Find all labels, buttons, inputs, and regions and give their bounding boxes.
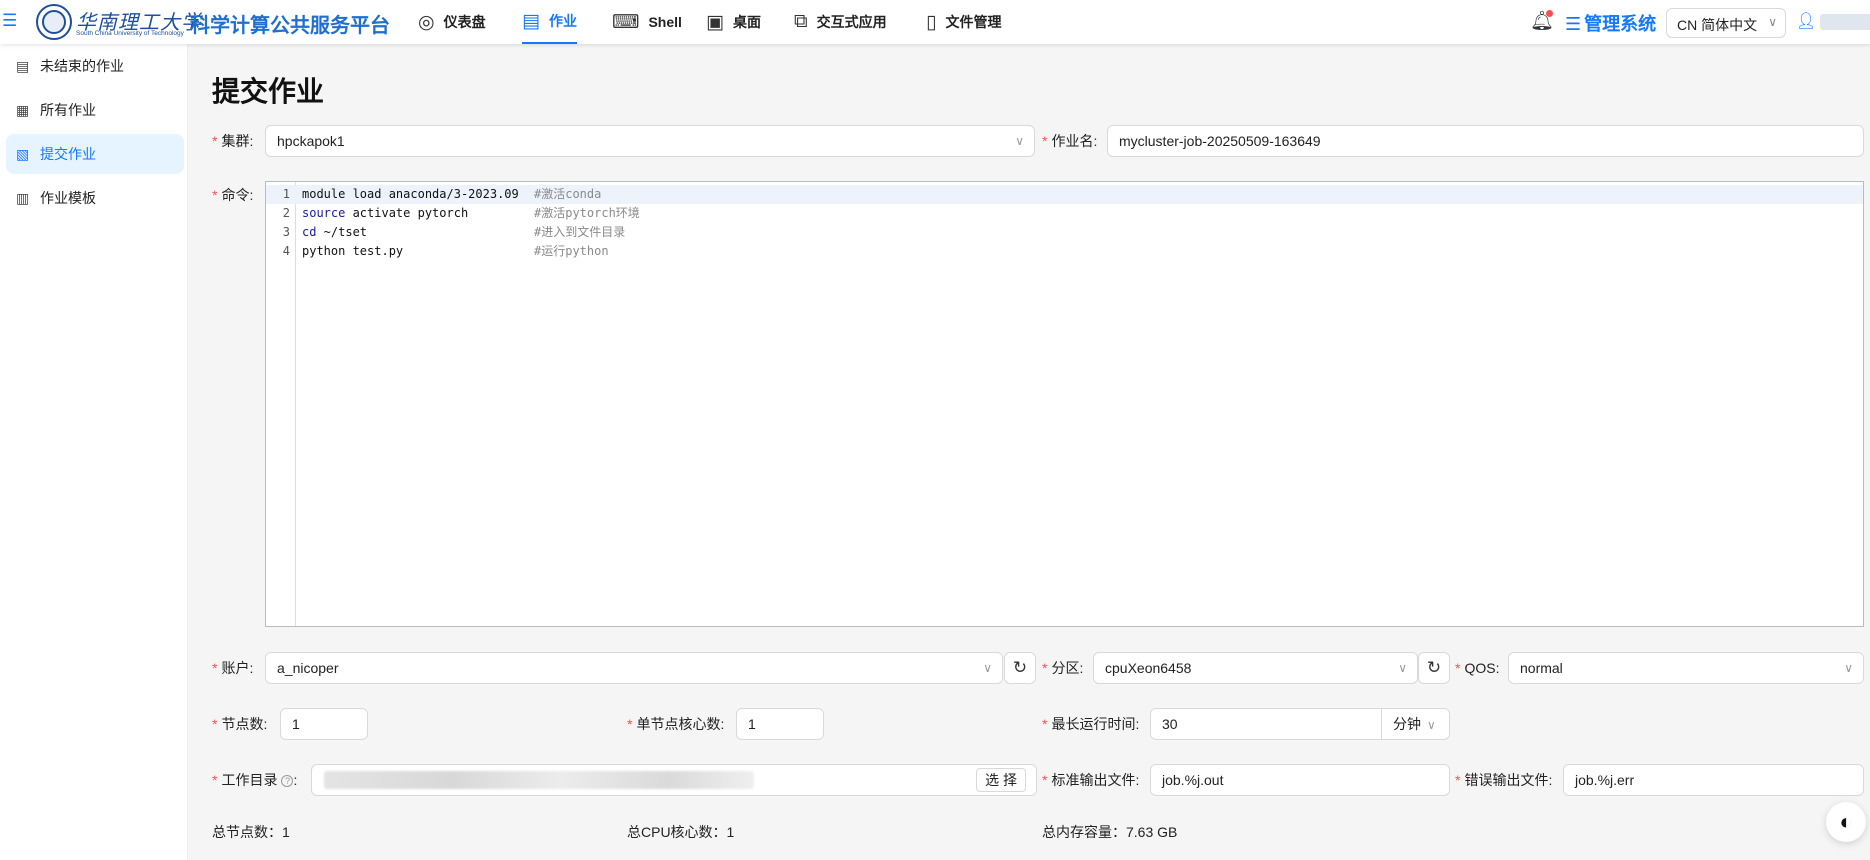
server-icon: ☰ xyxy=(1565,14,1582,34)
menu-toggle-icon[interactable]: ☰ xyxy=(2,12,20,30)
qos-label: * QOS: xyxy=(1455,660,1500,676)
sidebar-item-job-templates[interactable]: ▥ 作业模板 xyxy=(6,178,184,218)
submit-icon: ▧ xyxy=(16,145,30,162)
max-runtime-label: * 最长运行时间: xyxy=(1042,716,1140,732)
total-memory: 总内存容量：7.63 GB xyxy=(1042,824,1178,840)
cluster-label: * 集群: xyxy=(212,133,254,149)
code-line[interactable]: 4 python test.py #运行python xyxy=(266,242,1863,261)
cores-per-node-input[interactable]: 1 xyxy=(736,708,824,740)
refresh-icon: ↻ xyxy=(1012,658,1028,677)
template-icon: ▥ xyxy=(16,189,30,206)
nav-jobs[interactable]: ▤ 作业 xyxy=(522,0,577,44)
account-select[interactable]: a_nicoper ∨ xyxy=(265,652,1003,684)
chevron-down-icon: ∨ xyxy=(1015,134,1024,148)
user-menu[interactable]: 👤︎ xyxy=(1796,11,1870,31)
refresh-icon: ↻ xyxy=(1426,658,1442,677)
qos-select[interactable]: normal ∨ xyxy=(1508,652,1864,684)
chevron-down-icon: ∨ xyxy=(1427,718,1436,732)
chevron-down-icon: ∨ xyxy=(1844,661,1853,675)
cluster-select[interactable]: hpckapok1 ∨ xyxy=(265,125,1035,157)
apps-icon: ⧉ xyxy=(794,11,808,32)
job-name-label: * 作业名: xyxy=(1042,133,1098,149)
code-line[interactable]: 1 module load anaconda/3-2023.09 #激活cond… xyxy=(266,185,1863,204)
command-label: * 命令: xyxy=(212,187,254,203)
nav-file-manager[interactable]: ▯ 文件管理 xyxy=(926,0,1001,44)
chevron-down-icon: ∨ xyxy=(1768,15,1777,29)
sidebar-item-all-jobs[interactable]: ▦ 所有作业 xyxy=(6,90,184,130)
stdout-input[interactable]: job.%j.out xyxy=(1150,764,1450,796)
redacted-path xyxy=(324,771,754,789)
list-icon: ▦ xyxy=(16,101,30,118)
nav-dashboard[interactable]: ◎ 仪表盘 xyxy=(418,0,486,44)
code-line[interactable]: 2 source activate pytorch #激活pytorch环境 xyxy=(266,204,1863,223)
code-line[interactable]: 3 cd ~/tset #进入到文件目录 xyxy=(266,223,1863,242)
university-logo xyxy=(36,4,72,40)
username-redacted xyxy=(1820,13,1870,30)
notification-dot xyxy=(1546,10,1553,17)
file-icon: ▯ xyxy=(926,11,937,33)
theme-toggle-button[interactable]: ◐ xyxy=(1826,802,1866,842)
partition-label: * 分区: xyxy=(1042,660,1084,676)
nodes-label: * 节点数: xyxy=(212,716,268,732)
total-nodes: 总节点数：1 xyxy=(212,824,290,840)
nodes-input[interactable]: 1 xyxy=(280,708,368,740)
sidebar: ▤ 未结束的作业 ▦ 所有作业 ▧ 提交作业 ▥ 作业模板 xyxy=(0,44,188,860)
partition-select[interactable]: cpuXeon6458 ∨ xyxy=(1093,652,1418,684)
nav-desktop[interactable]: ▣ 桌面 xyxy=(706,0,761,44)
stderr-input[interactable]: job.%j.err xyxy=(1563,764,1864,796)
top-header: ☰ 华南理工大学 South China University of Techn… xyxy=(0,0,1870,44)
admin-system-link[interactable]: ☰ 管理系统 xyxy=(1565,10,1656,36)
dashboard-icon: ◎ xyxy=(418,11,435,33)
account-label: * 账户: xyxy=(212,660,254,676)
university-en-name: South China University of Technology xyxy=(76,30,184,37)
command-editor[interactable]: 1 module load anaconda/3-2023.09 #激活cond… xyxy=(265,181,1864,627)
stderr-label: * 错误输出文件: xyxy=(1455,772,1553,788)
job-name-input[interactable]: mycluster-job-20250509-163649 xyxy=(1107,125,1864,157)
chevron-down-icon: ∨ xyxy=(1398,661,1407,675)
job-icon: ▤ xyxy=(522,10,540,32)
max-runtime-input[interactable]: 30 xyxy=(1150,708,1382,740)
terminal-icon: ⌨ xyxy=(612,11,640,33)
document-icon: ▤ xyxy=(16,57,30,74)
platform-name[interactable]: 科学计算公共服务平台 xyxy=(190,9,390,38)
nav-interactive-apps[interactable]: ⧉ 交互式应用 xyxy=(794,0,887,44)
stdout-label: * 标准输出文件: xyxy=(1042,772,1140,788)
account-refresh-button[interactable]: ↻ xyxy=(1004,652,1036,684)
partition-refresh-button[interactable]: ↻ xyxy=(1418,652,1450,684)
help-icon[interactable]: ? xyxy=(281,775,294,787)
nav-shell[interactable]: ⌨ Shell xyxy=(612,0,682,44)
workdir-label: * 工作目录?: xyxy=(212,772,298,788)
chevron-down-icon: ∨ xyxy=(983,661,992,675)
time-unit-select[interactable]: 分钟 ∨ xyxy=(1381,708,1450,740)
total-cpu-cores: 总CPU核心数：1 xyxy=(627,824,735,840)
select-directory-button[interactable]: 选 择 xyxy=(976,768,1026,792)
desktop-icon: ▣ xyxy=(706,11,724,33)
workdir-input[interactable]: 选 择 xyxy=(311,764,1037,796)
contrast-icon: ◐ xyxy=(1839,809,1853,834)
sidebar-item-submit-job[interactable]: ▧ 提交作业 xyxy=(6,134,184,174)
sidebar-item-unfinished-jobs[interactable]: ▤ 未结束的作业 xyxy=(6,46,184,86)
language-select[interactable]: CN 简体中文 ∨ xyxy=(1666,8,1786,38)
user-icon: 👤︎ xyxy=(1796,13,1817,30)
cores-per-node-label: * 单节点核心数: xyxy=(627,716,725,732)
page-title: 提交作业 xyxy=(212,76,325,107)
